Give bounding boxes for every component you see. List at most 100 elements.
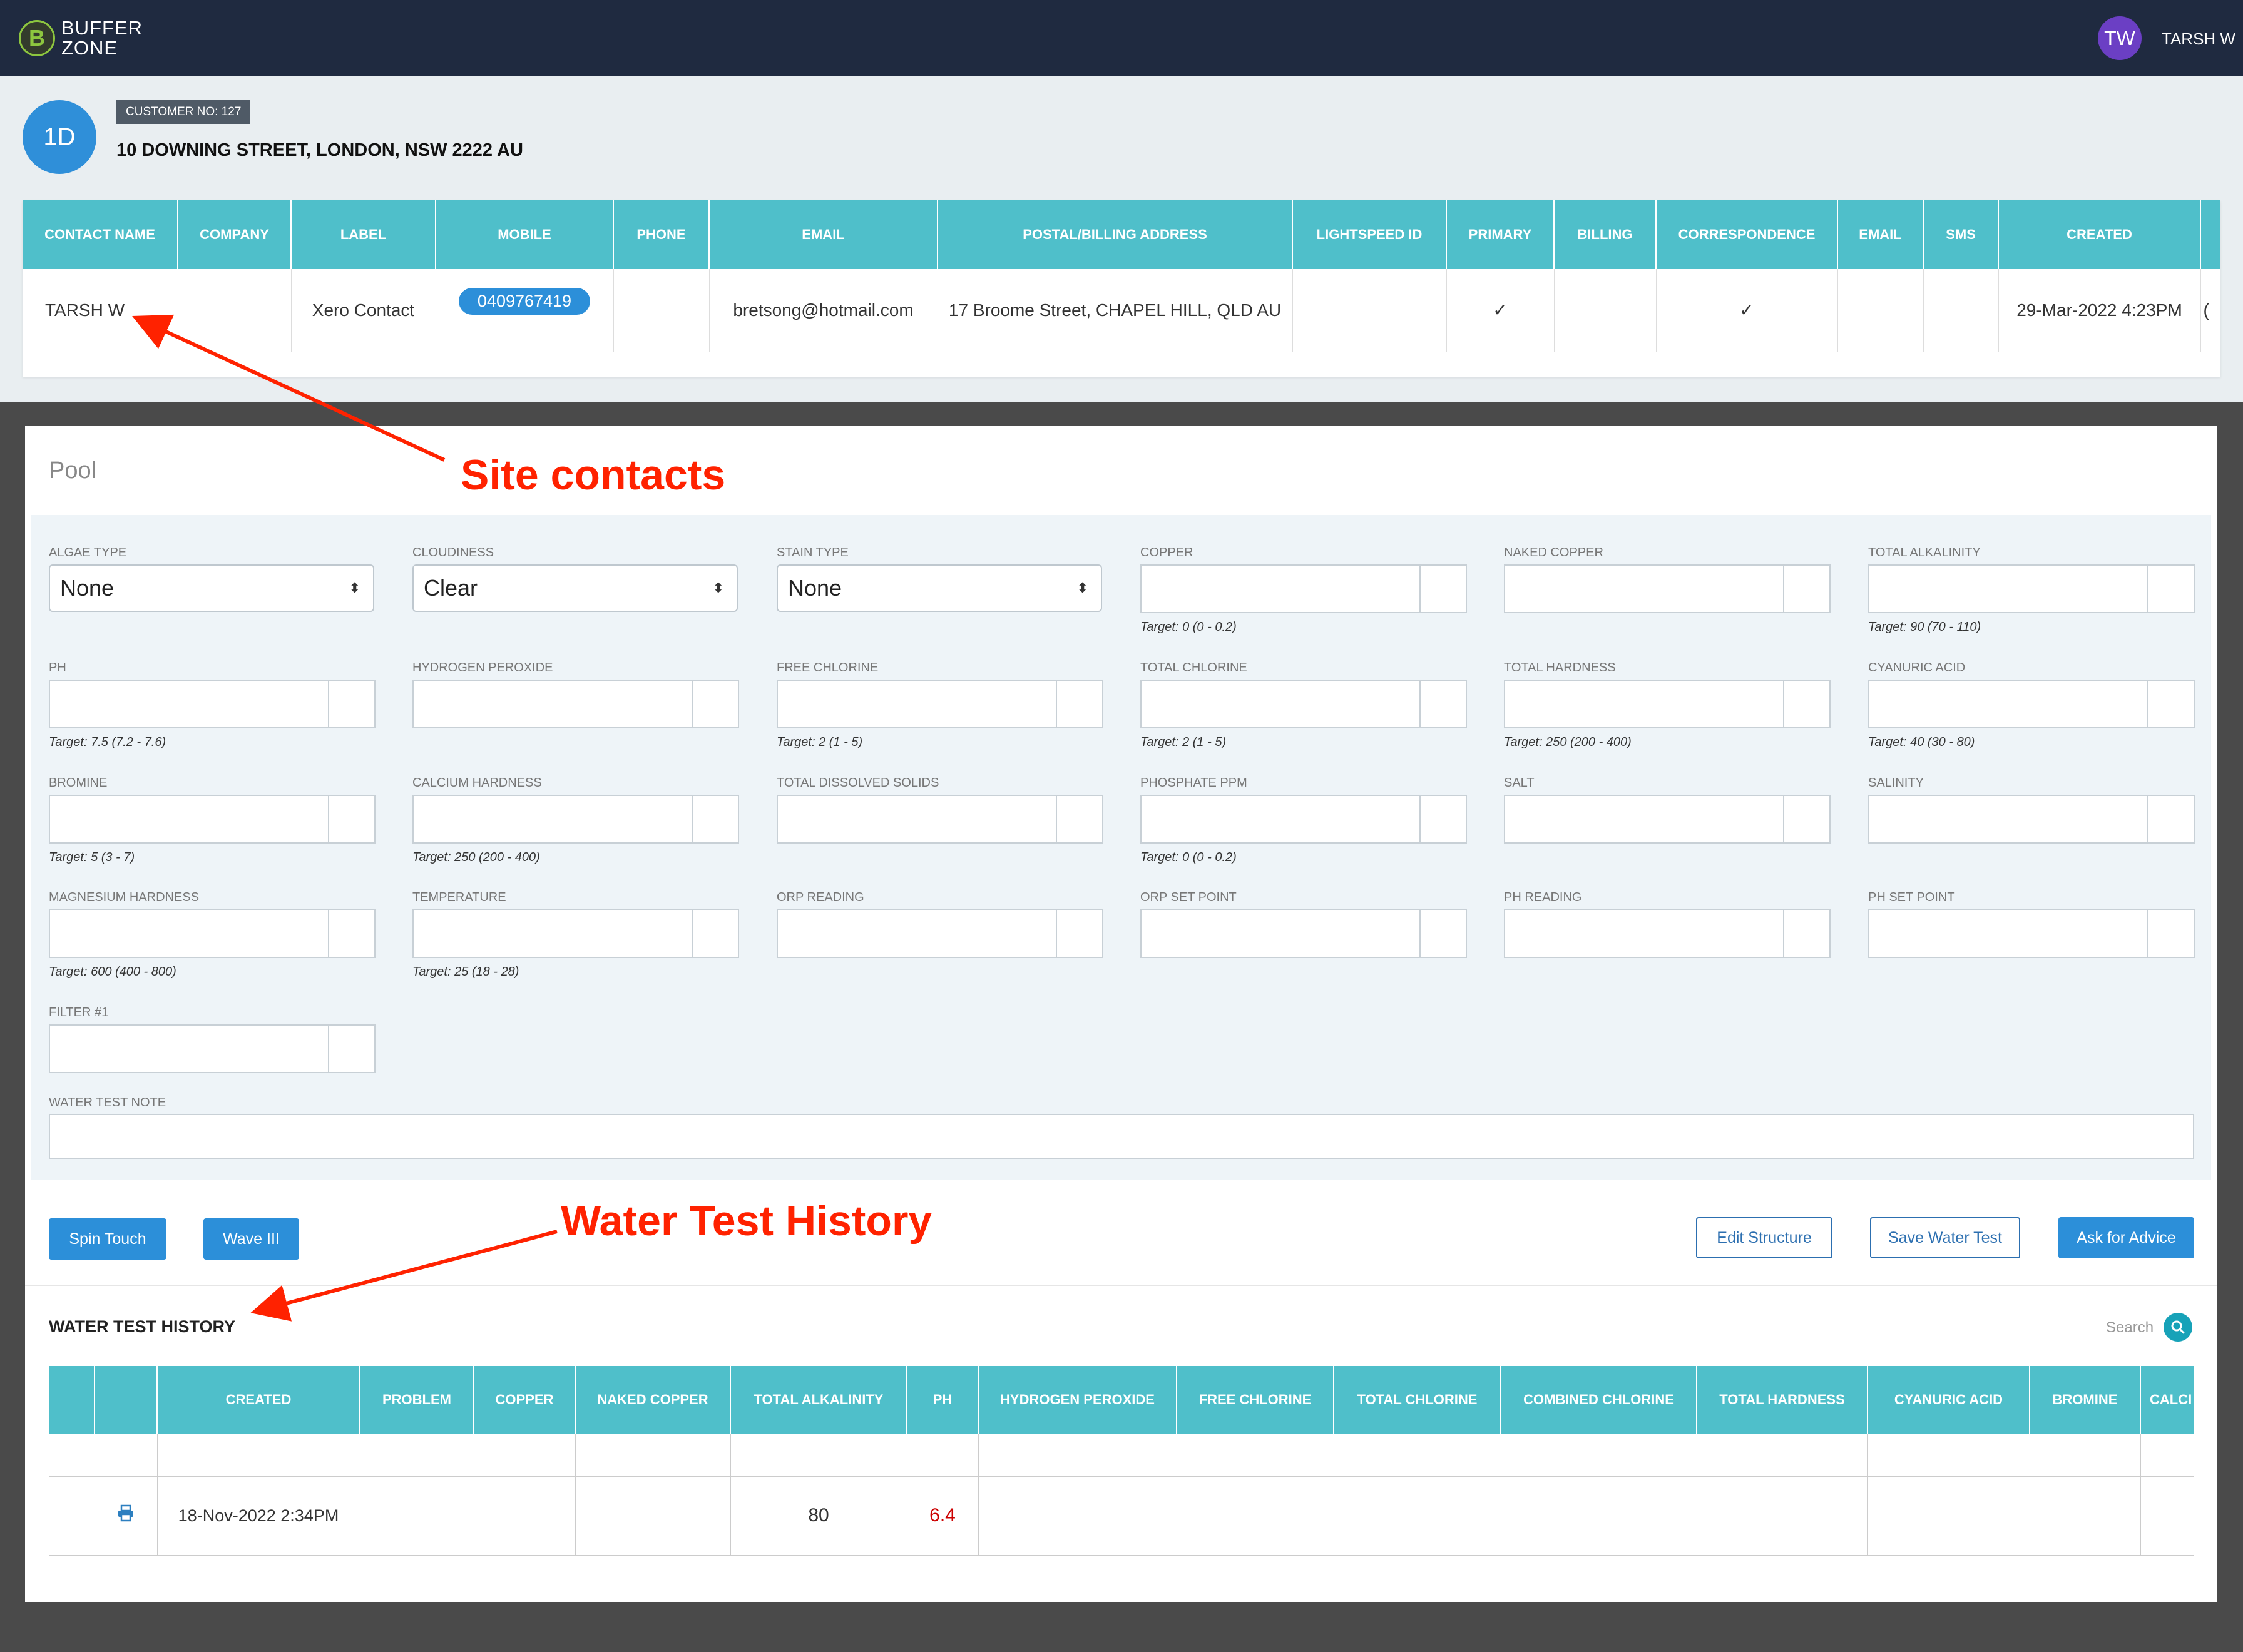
total-alkalinity-input[interactable] (1868, 564, 2195, 613)
col-header[interactable]: MOBILE (436, 200, 614, 269)
total-alkalinity-label: TOTAL ALKALINITY (1868, 546, 1981, 559)
orp-set-point-input[interactable] (1140, 909, 1467, 958)
unit-addon (2148, 680, 2195, 728)
stain-type-select[interactable]: None ⬍ (777, 564, 1102, 612)
contact-name-cell[interactable]: TARSH W (23, 269, 178, 352)
unit-addon (1057, 680, 1103, 728)
temperature-input[interactable] (412, 909, 739, 958)
col-header[interactable]: BILLING (1554, 200, 1657, 269)
cloudiness-select[interactable]: Clear ⬍ (412, 564, 738, 612)
brand-logo[interactable]: B BUFFER ZONE (19, 16, 168, 60)
label-cell: Xero Contact (291, 269, 436, 352)
phosphate-input[interactable] (1140, 795, 1467, 844)
address-cell: 17 Broome Street, CHAPEL HILL, QLD AU (938, 269, 1293, 352)
table-row[interactable]: TARSH W Xero Contact 0409767419 bretsong… (23, 269, 2220, 352)
calcium-hardness-label: CALCIUM HARDNESS (412, 776, 542, 790)
col-header[interactable]: PHONE (613, 200, 710, 269)
col-header[interactable]: NAKED COPPER (575, 1366, 731, 1434)
algae-type-select[interactable]: None ⬍ (49, 564, 374, 612)
cyanuric-acid-input[interactable] (1868, 680, 2195, 728)
col-header[interactable]: TOTAL HARDNESS (1697, 1366, 1868, 1434)
select-caret-icon: ⬍ (349, 580, 360, 596)
total-hardness-input[interactable] (1504, 680, 1831, 728)
col-header[interactable]: LABEL (291, 200, 436, 269)
salinity-input[interactable] (1868, 795, 2195, 844)
unit-addon (1421, 680, 1467, 728)
ph-reading-input[interactable] (1504, 909, 1831, 958)
tds-input[interactable] (777, 795, 1103, 844)
salt-input[interactable] (1504, 795, 1831, 844)
unit-addon (693, 795, 739, 844)
col-header[interactable]: PROBLEM (360, 1366, 474, 1434)
col-header[interactable]: CYANURIC ACID (1867, 1366, 2030, 1434)
col-header[interactable]: CALCI (2140, 1366, 2194, 1434)
col-header[interactable]: COMPANY (178, 200, 292, 269)
magnesium-hardness-target: Target: 600 (400 - 800) (49, 965, 176, 979)
unit-addon (2148, 909, 2195, 958)
unit-addon (2148, 564, 2195, 613)
magnesium-hardness-input[interactable] (49, 909, 376, 958)
col-header[interactable]: CORRESPONDENCE (1656, 200, 1838, 269)
print-cell[interactable] (95, 1476, 158, 1556)
save-water-test-button[interactable]: Save Water Test (1870, 1217, 2020, 1258)
billing-cell (1554, 269, 1657, 352)
table-row[interactable]: 18-Nov-2022 2:34PM 80 6.4 (49, 1476, 2194, 1556)
edit-structure-button[interactable]: Edit Structure (1696, 1217, 1832, 1258)
col-header[interactable]: BROMINE (2030, 1366, 2141, 1434)
created-cell: 29-Mar-2022 4:23PM (1998, 269, 2201, 352)
bromine-input[interactable] (49, 795, 376, 844)
calcium-hardness-input[interactable] (412, 795, 739, 844)
print-icon[interactable] (116, 1504, 135, 1522)
orp-set-point-label: ORP SET POINT (1140, 890, 1237, 904)
unit-addon (1784, 680, 1831, 728)
phosphate-label: PHOSPHATE PPM (1140, 776, 1247, 790)
ph-target: Target: 7.5 (7.2 - 7.6) (49, 735, 166, 749)
col-header[interactable]: EMAIL (1837, 200, 1924, 269)
water-test-note-input[interactable] (49, 1114, 2194, 1159)
naked-copper-input[interactable] (1504, 564, 1831, 613)
col-header[interactable]: EMAIL (709, 200, 938, 269)
section-divider (25, 1285, 2217, 1286)
col-header[interactable]: PH (907, 1366, 979, 1434)
user-avatar[interactable]: TW (2098, 16, 2142, 60)
water-test-note-label: WATER TEST NOTE (49, 1096, 166, 1109)
total-chlorine-input[interactable] (1140, 680, 1467, 728)
col-header[interactable]: CONTACT NAME (23, 200, 178, 269)
col-header[interactable]: COMBINED CHLORINE (1501, 1366, 1697, 1434)
ph-input[interactable] (49, 680, 376, 728)
col-header[interactable]: POSTAL/BILLING ADDRESS (938, 200, 1293, 269)
search-label[interactable]: Search (2106, 1319, 2154, 1337)
search-button[interactable] (2164, 1313, 2192, 1342)
site-contacts-annotation: Site contacts (461, 451, 726, 499)
ph-set-point-input[interactable] (1868, 909, 2195, 958)
filter-1-label: FILTER #1 (49, 1006, 109, 1019)
unit-addon (1057, 795, 1103, 844)
ask-for-advice-button[interactable]: Ask for Advice (2058, 1217, 2194, 1258)
col-header[interactable]: PRIMARY (1446, 200, 1555, 269)
email-cell[interactable]: bretsong@hotmail.com (709, 269, 938, 352)
wave-button[interactable]: Wave III (203, 1218, 299, 1260)
col-header[interactable]: TOTAL ALKALINITY (730, 1366, 907, 1434)
ph-reading-label: PH READING (1504, 890, 1582, 904)
col-header[interactable]: CREATED (157, 1366, 360, 1434)
free-chlorine-input[interactable] (777, 680, 1103, 728)
hydrogen-peroxide-input[interactable] (412, 680, 739, 728)
col-header[interactable]: HYDROGEN PEROXIDE (978, 1366, 1177, 1434)
filter-1-input[interactable] (49, 1024, 376, 1073)
orp-reading-input[interactable] (777, 909, 1103, 958)
pool-title: Pool (49, 457, 97, 484)
mobile-pill[interactable]: 0409767419 (458, 287, 591, 315)
temperature-target: Target: 25 (18 - 28) (412, 965, 519, 979)
col-header (49, 1366, 95, 1434)
col-header[interactable]: COPPER (474, 1366, 576, 1434)
col-header[interactable]: CREATED (1998, 200, 2201, 269)
customer-avatar: 1D (23, 100, 96, 174)
col-header[interactable]: TOTAL CHLORINE (1334, 1366, 1501, 1434)
copper-input[interactable] (1140, 564, 1467, 613)
col-header[interactable]: SMS (1923, 200, 1999, 269)
spin-touch-button[interactable]: Spin Touch (49, 1218, 166, 1260)
col-header[interactable]: LIGHTSPEED ID (1292, 200, 1447, 269)
col-header[interactable]: FREE CHLORINE (1177, 1366, 1334, 1434)
user-name[interactable]: TARSH W (2162, 29, 2235, 49)
copper-label: COPPER (1140, 546, 1193, 559)
